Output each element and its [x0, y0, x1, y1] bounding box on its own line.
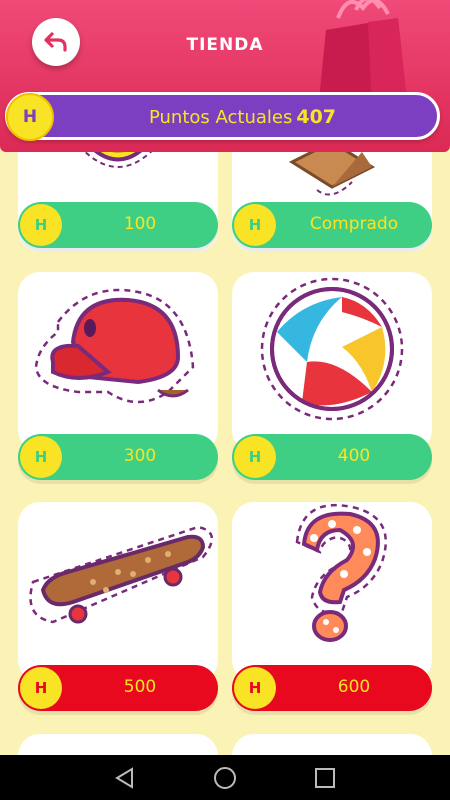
- coin-icon: H: [234, 204, 276, 246]
- price-label: 300: [123, 446, 157, 466]
- purchased-button[interactable]: H Comprado: [232, 202, 432, 248]
- points-bar: H Puntos Actuales 407: [5, 92, 440, 141]
- price-label: 400: [337, 446, 371, 466]
- points-display: Puntos Actuales 407: [68, 106, 417, 128]
- buy-button[interactable]: H 300: [18, 434, 218, 480]
- price-label: 100: [123, 214, 157, 234]
- coin-icon: H: [6, 93, 54, 141]
- price-label: 600: [337, 677, 371, 697]
- shop-card[interactable]: [232, 734, 432, 755]
- coin-icon: H: [20, 667, 62, 709]
- home-circle-icon[interactable]: [212, 765, 238, 791]
- points-value: 407: [296, 106, 337, 128]
- system-nav-bar: [0, 755, 450, 800]
- coin-icon: H: [20, 204, 62, 246]
- back-triangle-icon[interactable]: [112, 765, 138, 791]
- header: TIENDA H Puntos Actuales 407: [0, 0, 450, 152]
- price-label: 500: [123, 677, 157, 697]
- points-label: Puntos Actuales: [148, 107, 293, 128]
- shop-card[interactable]: [232, 272, 432, 452]
- coin-icon: H: [234, 667, 276, 709]
- recents-square-icon[interactable]: [312, 765, 338, 791]
- buy-button[interactable]: H 400: [232, 434, 432, 480]
- skateboard-image: [29, 525, 213, 624]
- shop-card[interactable]: [18, 734, 218, 755]
- locked-button[interactable]: H 600: [232, 665, 432, 711]
- locked-button[interactable]: H 500: [18, 665, 218, 711]
- price-label: Comprado: [309, 214, 399, 234]
- shop-card[interactable]: [232, 502, 432, 682]
- shop-grid: H 100 H Comprado H 300 H 400 H 500 H 600: [0, 152, 450, 755]
- page-title: TIENDA: [186, 35, 264, 55]
- coin-icon: H: [20, 436, 62, 478]
- question-mark-image: [295, 503, 387, 642]
- red-cap-image: [34, 288, 195, 404]
- beach-ball-image: [260, 277, 404, 421]
- shop-card[interactable]: [18, 502, 218, 682]
- coin-icon: H: [234, 436, 276, 478]
- shop-card[interactable]: [18, 272, 218, 452]
- buy-button[interactable]: H 100: [18, 202, 218, 248]
